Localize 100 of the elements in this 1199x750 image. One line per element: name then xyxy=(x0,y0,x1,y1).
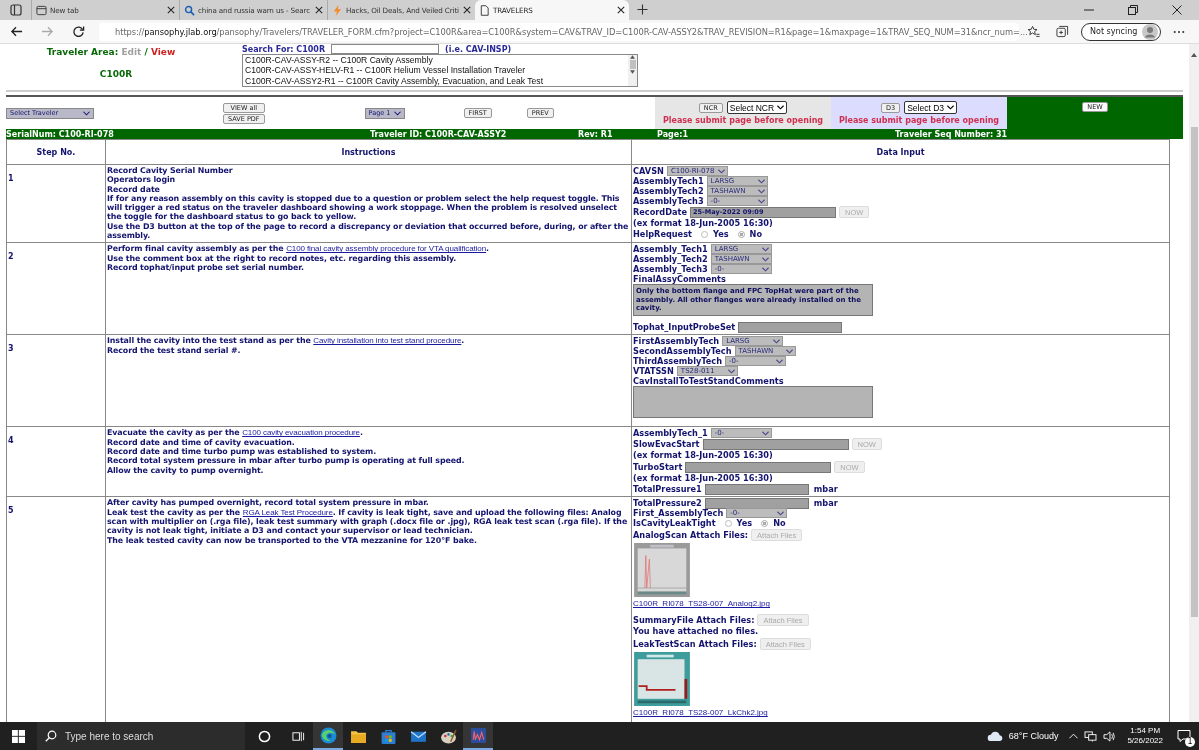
field-label: SlowEvacStart xyxy=(633,439,700,450)
warning-message: Please submit page before opening xyxy=(662,116,824,125)
more-icon[interactable] xyxy=(1173,29,1186,34)
traveler-option[interactable]: C100R-CAV-ASSY-HELV-R1 -- C100R Helium Vessel Installation Traveler xyxy=(245,65,628,76)
lightning-icon xyxy=(332,4,343,16)
step-number: 5 xyxy=(8,506,14,516)
palette-icon xyxy=(439,727,457,745)
input-field[interactable] xyxy=(685,461,832,473)
caret-icon xyxy=(761,430,769,436)
taskbar-search-field[interactable]: Type here to search xyxy=(37,722,245,750)
restore-icon[interactable] xyxy=(1128,5,1138,15)
field-label: RecordDate xyxy=(633,207,688,217)
note-text: (ex format 18-Jun-2005 16:30) xyxy=(633,473,774,485)
message-icon xyxy=(1177,729,1191,743)
unit-label: mbar xyxy=(813,484,838,495)
file-link[interactable]: C100R_RI078_TS28-007_Analog2.jpg xyxy=(633,599,770,609)
search-label: Search For: C100R xyxy=(242,44,326,54)
info-text: Traveler ID: C100R-CAV-ASSY2 xyxy=(370,129,507,139)
search-field[interactable] xyxy=(331,44,440,54)
field-label: FirstAssemblyTech xyxy=(633,336,720,347)
browser-icon xyxy=(319,726,337,744)
procedure-link[interactable]: C100 cavity evacuation procedure xyxy=(242,428,360,438)
field-label: Assembly_Tech2 xyxy=(633,254,708,265)
caret-icon xyxy=(727,368,735,374)
field-label: Assembly_Tech1 xyxy=(633,244,708,255)
step-number: 2 xyxy=(8,252,14,262)
radio-button[interactable] xyxy=(700,230,708,238)
caret-icon xyxy=(717,168,725,174)
d3-select[interactable]: Select D3 xyxy=(904,101,957,114)
field-label: SecondAssemblyTech xyxy=(633,346,732,357)
field-label: SummaryFile Attach Files: xyxy=(633,615,755,626)
field-label: Tophat_InputProbeSet xyxy=(633,322,736,333)
column-header: Step No. xyxy=(7,140,106,165)
radio-button[interactable] xyxy=(724,519,732,527)
unit-label: mbar xyxy=(813,498,838,509)
comment-field[interactable] xyxy=(633,386,873,419)
close-tab-icon[interactable] xyxy=(463,6,471,14)
back-arrow-icon[interactable] xyxy=(10,25,23,38)
traveler-option[interactable]: C100R-CAV-ASSY-R2 -- C100R Cavity Assembly xyxy=(245,55,628,66)
new-tab-icon xyxy=(36,4,47,16)
radio-button[interactable] xyxy=(761,519,769,527)
step-number: 3 xyxy=(8,344,14,354)
cortana-icon[interactable] xyxy=(258,729,271,743)
field-label: AssemblyTech2 xyxy=(633,186,704,196)
field-label: TotalPressure2 xyxy=(633,498,702,509)
file-link[interactable]: C100R_RI078_TS28-007_LkChk2.jpg xyxy=(633,708,768,718)
profile-button[interactable]: Not syncing xyxy=(1081,22,1162,41)
reload-icon[interactable] xyxy=(72,25,85,38)
clock-time[interactable]: 1:54 PM xyxy=(1130,726,1161,736)
store-bag-icon xyxy=(379,727,397,745)
field-label: CAVSN xyxy=(633,166,664,176)
favorites-icon[interactable] xyxy=(1027,25,1040,38)
caret-icon xyxy=(393,110,401,116)
listbox-scrollbar[interactable] xyxy=(628,55,637,86)
close-tab-icon[interactable] xyxy=(617,6,625,14)
tab-actions-icon[interactable] xyxy=(10,4,22,16)
close-tab-icon[interactable] xyxy=(315,6,323,14)
radio-label: Yes xyxy=(736,518,753,529)
network-icon[interactable] xyxy=(1084,730,1098,742)
taskbar-app[interactable] xyxy=(313,722,343,750)
field-label: VTATSSN xyxy=(633,366,674,377)
chart-app-icon xyxy=(469,726,487,744)
notifications-button[interactable]: 1 xyxy=(1177,729,1191,743)
scroll-up-icon[interactable] xyxy=(1191,53,1197,57)
avatar-icon xyxy=(1142,23,1159,40)
field-label: FinalAssyComments xyxy=(633,274,727,285)
note-text: (ex format 18-Jun-2005 16:30) xyxy=(633,450,774,462)
input-field[interactable] xyxy=(738,321,843,333)
volume-icon[interactable] xyxy=(1103,730,1117,742)
field-label: AssemblyTech_1 xyxy=(633,428,708,439)
clock-date[interactable]: 5/26/2022 xyxy=(1127,736,1163,746)
start-icon[interactable] xyxy=(12,729,25,743)
radio-button[interactable] xyxy=(737,230,745,238)
input-field[interactable] xyxy=(704,483,809,495)
field-label: LeakTestScan Attach Files: xyxy=(633,639,757,650)
field-label: First_AssemblyTech xyxy=(633,508,724,519)
input-field[interactable] xyxy=(704,497,809,509)
url-text: https://pansophy.jlab.org/pansophy/Travelers/TRAVELER_FORM.cfm?project=C100R&area=C100R&system=CAV&TRAV_ID=C100R-CAV-ASSY2&TRAV_REVISION=R1&page=1&maxpage=1&TRAV_SEQ_NUM=31&ncr_num=... xyxy=(115,26,1028,37)
area-name: C100R xyxy=(99,69,133,79)
traveler-listbox[interactable]: C100R-CAV-ASSY-R2 -- C100R Cavity Assembly C100R-CAV-ASSY-HELV-R1 -- C100R Helium Vessel Installation Traveler C100R-CAV-ASSY2-R1 -- C100R Cavity Assembly, Evacuation, and Leak Test xyxy=(242,54,638,87)
weather-text[interactable]: 68°F Cloudy xyxy=(1008,731,1059,741)
collections-icon[interactable] xyxy=(1056,25,1069,38)
procedure-link[interactable]: RGA Leak Test Procedure xyxy=(242,507,333,517)
field-label: TurboStart xyxy=(633,462,683,473)
input-field[interactable] xyxy=(702,438,849,450)
close-window-icon[interactable] xyxy=(1172,5,1182,15)
new-tab-plus-icon[interactable] xyxy=(637,4,648,15)
taskbar-app[interactable] xyxy=(463,722,493,750)
chevron-up-icon[interactable] xyxy=(1069,733,1079,739)
traveler-area-text: Traveler Area: Edit / View xyxy=(46,47,176,57)
task-view-icon[interactable] xyxy=(292,729,305,743)
ncr-select[interactable]: Select NCR xyxy=(726,101,788,114)
search-icon xyxy=(184,4,195,16)
caret-icon xyxy=(777,105,785,110)
close-tab-icon[interactable] xyxy=(167,6,175,14)
cloud-icon xyxy=(986,730,1004,742)
page-scrollbar[interactable] xyxy=(1189,44,1199,722)
traveler-option[interactable]: C100R-CAV-ASSY2-R1 -- C100R Cavity Assembly, Evacuation, and Leak Test xyxy=(245,75,628,86)
step-number: 4 xyxy=(8,436,14,446)
info-text: Traveler Seq Number: 31 xyxy=(895,129,1008,139)
